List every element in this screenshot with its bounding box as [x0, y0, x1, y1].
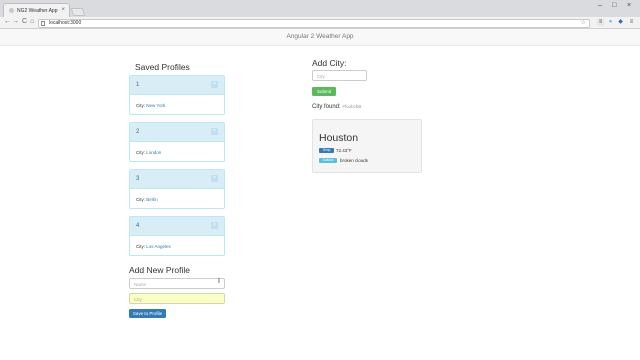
city-label: City: — [136, 197, 145, 202]
profile-panel[interactable]: 3 × City: Berlin — [129, 169, 225, 209]
remove-profile-button[interactable]: × — [211, 175, 218, 182]
url-text: localhost:3000 — [49, 20, 82, 26]
add-profile-title: Add New Profile — [129, 265, 190, 275]
profile-panel-body: City: New York — [130, 95, 224, 115]
profile-number: 1 — [136, 82, 140, 88]
weather-city: Houston — [319, 132, 359, 144]
city-found-label: City found: — [312, 104, 341, 110]
reload-icon[interactable]: C — [22, 18, 27, 25]
profile-number: 4 — [136, 223, 140, 229]
minimize-icon[interactable]: – — [598, 2, 602, 9]
extension-icon[interactable]: ◆ — [617, 19, 624, 26]
city-found: City found: #foobcbB — [312, 104, 361, 110]
app-navbar: Angular 2 Weather App — [0, 29, 640, 46]
back-icon[interactable]: ← — [4, 18, 11, 25]
profile-city-link[interactable]: London — [146, 150, 161, 155]
bookmark-star-icon[interactable]: ☆ — [581, 19, 586, 26]
profile-city-link[interactable]: Los Angeles — [146, 244, 171, 249]
profile-panel[interactable]: 2 × City: London — [129, 122, 225, 162]
page-icon — [41, 20, 45, 26]
app-brand[interactable]: Angular 2 Weather App — [0, 33, 640, 40]
profile-city-link[interactable]: New York — [146, 103, 165, 108]
city-label: City: — [136, 103, 145, 108]
save-to-profile-button[interactable]: Save to Profile — [129, 309, 166, 318]
maximize-icon[interactable]: □ — [612, 2, 616, 9]
add-city-title: Add City: — [312, 58, 347, 68]
remove-profile-button[interactable]: × — [211, 128, 218, 135]
extension-icon[interactable]: ● — [607, 19, 614, 26]
window-close-icon[interactable]: × — [627, 2, 631, 9]
temp-badge: Temp — [319, 148, 334, 153]
city-search-input[interactable]: City — [312, 70, 367, 81]
browser-tab-bar: NG2 Weather App × – □ × — [0, 0, 640, 17]
extension-icon[interactable]: ≡ — [597, 19, 604, 26]
profile-panel-body: City: London — [130, 142, 224, 162]
city-label: City: — [136, 150, 145, 155]
weather-description: broken clouds — [340, 157, 369, 163]
profile-panel-heading: 3 × — [130, 170, 224, 189]
browser-toolbar: ← → C ⌂ localhost:3000 ☆ ≡ ● ◆ ≡ — [0, 17, 640, 29]
submit-button[interactable]: Submit — [312, 87, 336, 96]
profile-number: 3 — [136, 176, 140, 182]
address-bar[interactable]: localhost:3000 ☆ — [38, 18, 590, 28]
city-found-value: #foobcbB — [342, 104, 362, 109]
browser-tab[interactable]: NG2 Weather App × — [3, 3, 70, 17]
new-tab-button[interactable] — [70, 8, 86, 16]
profile-panel[interactable]: 4 × City: Los Angeles — [129, 216, 225, 256]
text-cursor-icon: I — [218, 278, 220, 285]
profile-city-link[interactable]: Berlin — [146, 197, 158, 202]
profile-city-input[interactable]: City — [129, 293, 225, 304]
tab-close-icon[interactable]: × — [61, 7, 65, 13]
profile-number: 2 — [136, 129, 140, 135]
forward-icon[interactable]: → — [12, 18, 19, 25]
remove-profile-button[interactable]: × — [211, 222, 218, 229]
profile-panel-heading: 1 × — [130, 76, 224, 95]
profile-panel[interactable]: 1 × City: New York — [129, 75, 225, 115]
tab-title: NG2 Weather App — [17, 7, 58, 14]
profile-name-input[interactable]: Name — [129, 278, 225, 289]
weather-temp: 72.43°F — [336, 147, 352, 153]
profile-panel-heading: 4 × — [130, 217, 224, 236]
weather-card: Houston Temp 72.43°F Outlook broken clou… — [312, 119, 422, 173]
profile-panel-body: City: Los Angeles — [130, 236, 224, 256]
remove-profile-button[interactable]: × — [211, 81, 218, 88]
profile-panel-body: City: Berlin — [130, 189, 224, 209]
home-icon[interactable]: ⌂ — [30, 18, 34, 25]
favicon-icon — [9, 8, 14, 13]
saved-profiles-title: Saved Profiles — [135, 62, 190, 72]
menu-icon[interactable]: ≡ — [628, 19, 635, 26]
outlook-badge: Outlook — [319, 158, 337, 163]
city-label: City: — [136, 244, 145, 249]
profile-panel-heading: 2 × — [130, 123, 224, 142]
